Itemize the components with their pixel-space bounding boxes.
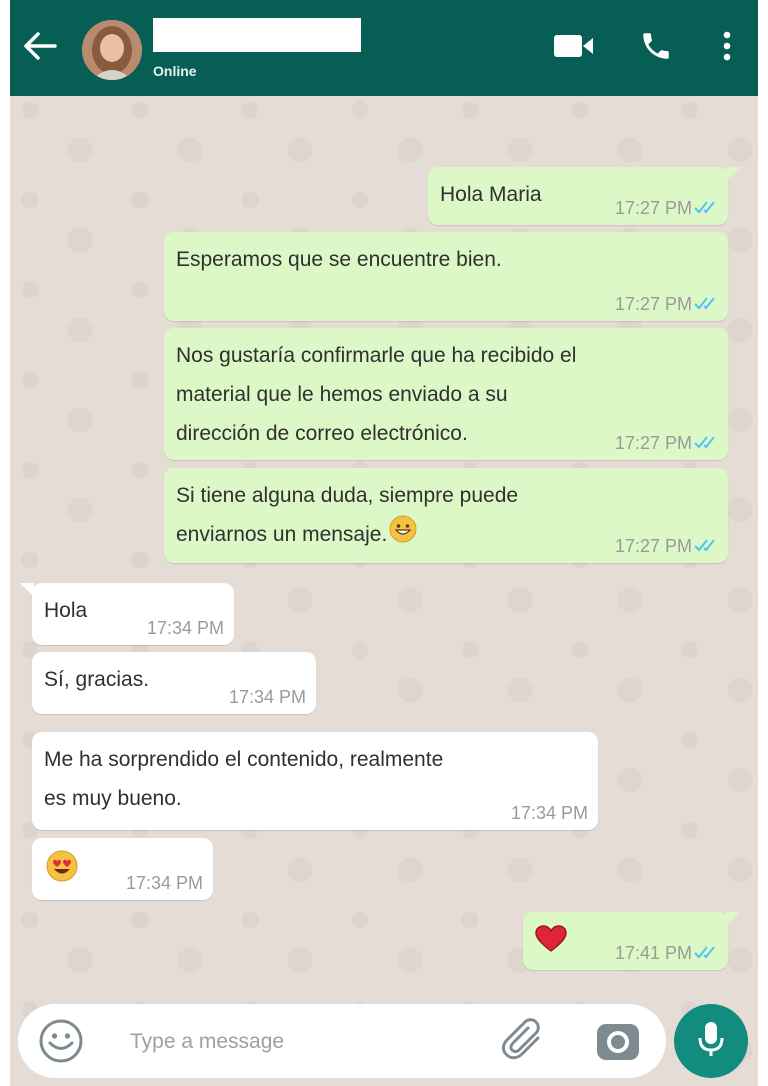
emoji-icon[interactable] <box>38 1018 84 1069</box>
contact-status: Online <box>153 63 197 79</box>
read-ticks-icon <box>694 197 718 219</box>
more-options-icon[interactable] <box>712 26 742 66</box>
message-time: 17:27 PM <box>614 198 692 218</box>
message-time: 17:27 PM <box>614 294 692 314</box>
message-outgoing[interactable]: Si tiene alguna duda, siempre puede envi… <box>164 468 728 563</box>
bubble-tail <box>726 912 740 926</box>
message-outgoing[interactable]: Nos gustaría confirmarle que ha recibido… <box>164 328 728 460</box>
message-meta: 17:34 PM <box>511 802 588 824</box>
message-line: material que le hemos enviado a su <box>176 383 508 406</box>
message-incoming[interactable]: Hola 17:34 PM <box>20 583 234 645</box>
heart-eyes-emoji <box>46 850 78 895</box>
message-incoming[interactable]: Me ha sorprendido el contenido, realment… <box>32 732 598 830</box>
message-incoming[interactable]: Sí, gracias. 17:34 PM <box>32 652 316 714</box>
read-ticks-icon <box>694 535 718 557</box>
message-outgoing[interactable]: 17:41 PM <box>523 912 740 970</box>
grinning-face-emoji <box>389 515 417 556</box>
attach-icon[interactable] <box>500 1016 550 1071</box>
bubble-tail <box>726 167 740 181</box>
phone-icon[interactable] <box>636 26 676 66</box>
message-meta: 17:34 PM <box>229 686 306 708</box>
message-text: Me ha sorprendido el contenido, realment… <box>44 740 586 818</box>
message-outgoing[interactable]: Esperamos que se encuentre bien. 17:27 P… <box>164 232 728 321</box>
message-meta: 17:34 PM <box>126 872 203 894</box>
message-line-text: enviarnos un mensaje. <box>176 523 388 547</box>
red-heart-emoji <box>535 925 567 966</box>
message-time: 17:34 PM <box>228 687 306 707</box>
microphone-button[interactable] <box>674 1004 748 1078</box>
message-meta: 17:27 PM <box>615 293 718 315</box>
message-time: 17:34 PM <box>125 873 203 893</box>
message-line: Nos gustaría confirmarle que ha recibido… <box>176 344 577 367</box>
bubble-tail <box>20 583 34 597</box>
message-meta: 17:27 PM <box>615 432 718 454</box>
message-incoming[interactable]: 17:34 PM <box>32 838 213 900</box>
message-meta: 17:34 PM <box>147 617 224 639</box>
avatar[interactable] <box>82 20 142 80</box>
microphone-icon <box>696 1020 726 1063</box>
read-ticks-icon <box>694 432 718 454</box>
message-time: 17:41 PM <box>614 943 692 963</box>
message-time: 17:27 PM <box>614 536 692 556</box>
message-composer[interactable]: Type a message <box>18 1004 666 1078</box>
message-line: Me ha sorprendido el contenido, realment… <box>44 748 444 771</box>
message-meta: 17:27 PM <box>615 197 718 219</box>
read-ticks-icon <box>694 293 718 315</box>
video-call-icon[interactable] <box>551 26 597 66</box>
message-outgoing[interactable]: Hola Maria 17:27 PM <box>428 167 740 225</box>
back-arrow-icon[interactable] <box>20 26 60 66</box>
message-text: Esperamos que se encuentre bien. <box>176 248 502 271</box>
message-line: es muy bueno. <box>44 787 182 810</box>
message-line: Si tiene alguna duda, siempre puede <box>176 484 519 507</box>
chat-header: Online <box>10 0 758 96</box>
message-meta: 17:41 PM <box>615 942 718 964</box>
message-input[interactable]: Type a message <box>130 1030 284 1054</box>
read-ticks-icon <box>694 942 718 964</box>
message-time: 17:34 PM <box>146 618 224 638</box>
message-meta: 17:27 PM <box>615 535 718 557</box>
chat-window: Online Hola Maria 17:27 PM Esperamos que… <box>10 0 758 1086</box>
camera-icon[interactable] <box>594 1018 642 1069</box>
contact-name-redacted <box>153 18 361 52</box>
message-time: 17:27 PM <box>614 433 692 453</box>
message-time: 17:34 PM <box>510 803 588 823</box>
